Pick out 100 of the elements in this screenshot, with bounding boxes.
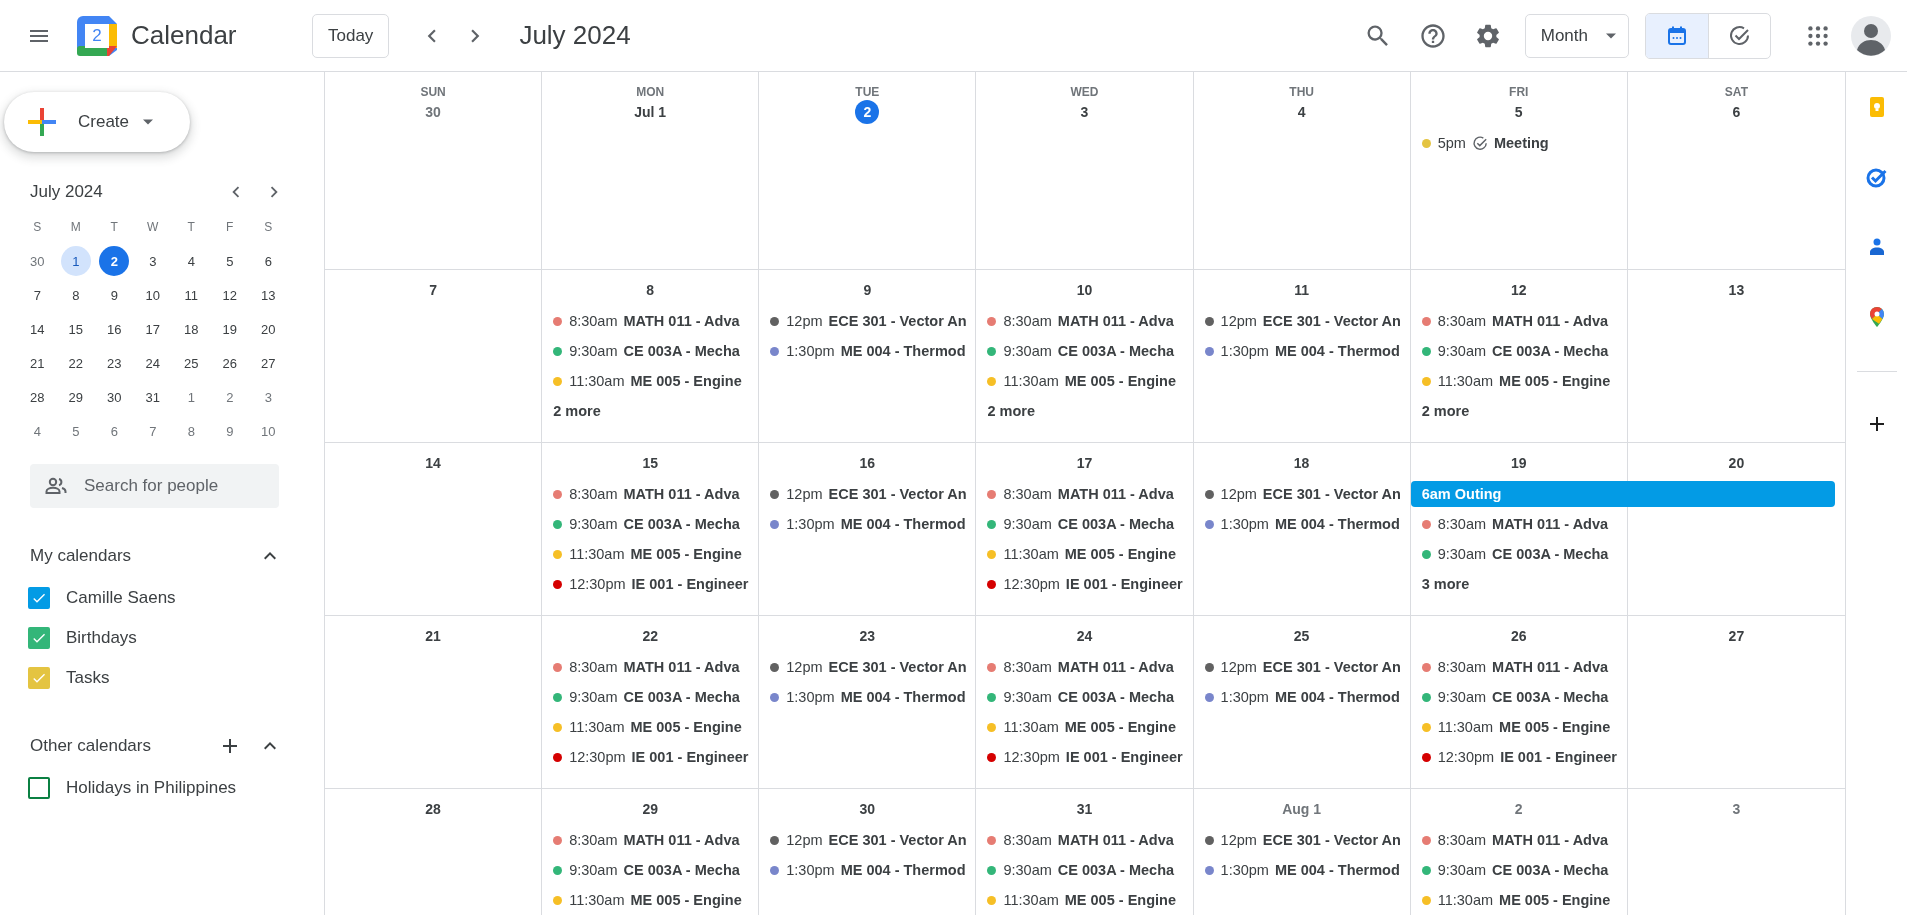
event-title[interactable]: IE 001 - Engineer <box>631 576 749 592</box>
event-title[interactable]: MATH 011 - Adva <box>623 832 740 848</box>
mini-calendar-day[interactable]: 4 <box>176 246 207 276</box>
event-time[interactable]: 9:30am <box>1437 343 1487 359</box>
event-time[interactable]: 11:30am <box>1003 373 1059 389</box>
event-time[interactable]: 8:30am <box>569 832 618 848</box>
day-number[interactable]: 19 <box>1506 451 1531 475</box>
event-time[interactable]: 9:30am <box>1437 546 1487 562</box>
day-number[interactable]: 2 <box>855 100 880 124</box>
day-number[interactable]: 26 <box>1506 624 1531 648</box>
event-title[interactable]: MATH 011 - Adva <box>1057 313 1174 329</box>
mini-calendar-day[interactable]: 19 <box>214 314 245 344</box>
event-title[interactable]: MATH 011 - Adva <box>1057 486 1174 502</box>
event-title[interactable]: MATH 011 - Adva <box>1492 659 1609 675</box>
mini-calendar-day[interactable]: 4 <box>22 416 53 446</box>
avatar[interactable] <box>1851 15 1891 56</box>
event-time[interactable]: 5pm <box>1437 135 1466 151</box>
event-time[interactable]: 8:30am <box>569 313 618 329</box>
mini-calendar-day[interactable]: 2 <box>214 382 245 412</box>
day-number[interactable]: 17 <box>1072 451 1097 475</box>
day-number[interactable]: 18 <box>1289 451 1314 475</box>
event-time[interactable]: 12pm <box>786 832 823 848</box>
mini-calendar-day[interactable]: 9 <box>214 416 245 446</box>
day-number[interactable]: 9 <box>855 278 880 302</box>
mini-calendar-day[interactable]: 6 <box>253 246 284 276</box>
event-title[interactable]: MATH 011 - Adva <box>1057 659 1174 675</box>
mini-calendar-day[interactable]: 27 <box>253 348 284 378</box>
event-title[interactable]: MATH 011 - Adva <box>1492 516 1609 532</box>
event-time[interactable]: 12:30pm <box>569 749 626 765</box>
event-time[interactable]: 8:30am <box>1437 659 1487 675</box>
day-number[interactable]: 11 <box>1289 278 1314 302</box>
mini-calendar-day[interactable]: 5 <box>214 246 245 276</box>
event-time[interactable]: 8:30am <box>1003 659 1052 675</box>
event-time[interactable]: 12:30pm <box>1437 749 1495 765</box>
event-title[interactable]: ME 005 - Engine <box>630 373 742 389</box>
mini-calendar-day[interactable]: 18 <box>176 314 207 344</box>
view-dropdown[interactable]: Month <box>1524 13 1629 58</box>
mini-calendar-day[interactable]: 10 <box>137 280 168 310</box>
mini-calendar-day[interactable]: 26 <box>214 348 245 378</box>
day-number[interactable]: 4 <box>1289 100 1314 124</box>
day-number[interactable]: 14 <box>421 451 446 475</box>
event-time[interactable]: 12:30pm <box>1003 749 1060 765</box>
event-title[interactable]: ME 005 - Engine <box>630 546 742 562</box>
event-time[interactable]: 12pm <box>786 313 823 329</box>
mini-calendar-day[interactable]: 13 <box>253 280 284 310</box>
event-title[interactable]: IE 001 - Engineer <box>1500 749 1617 765</box>
event-title[interactable]: ME 005 - Engine <box>1064 546 1176 562</box>
mini-calendar-day[interactable]: 9 <box>99 280 130 310</box>
event-time[interactable]: 1:30pm <box>786 516 835 532</box>
calendar-view-button[interactable] <box>1646 13 1708 58</box>
mini-calendar-day[interactable]: 23 <box>99 348 130 378</box>
event-time[interactable]: 1:30pm <box>1220 343 1269 359</box>
event-time[interactable]: 9:30am <box>1003 343 1052 359</box>
mini-calendar-day[interactable]: 10 <box>253 416 284 446</box>
mini-calendar-day[interactable]: 7 <box>137 416 168 446</box>
event-time[interactable]: 12pm <box>1220 832 1257 848</box>
event-time[interactable]: 1:30pm <box>786 343 835 359</box>
mini-calendar-day[interactable]: 3 <box>253 382 284 412</box>
event-title[interactable]: ME 004 - Thermod <box>840 516 966 532</box>
event-time[interactable]: 8:30am <box>1003 486 1052 502</box>
event-title[interactable]: MATH 011 - Adva <box>1057 832 1174 848</box>
event-title[interactable]: IE 001 - Engineer <box>631 749 749 765</box>
more-link[interactable]: 3 more <box>1421 571 1470 597</box>
checkbox[interactable] <box>28 667 50 689</box>
help-icon[interactable] <box>1418 21 1447 50</box>
event-title[interactable]: ME 004 - Thermod <box>840 689 966 705</box>
day-number[interactable]: 15 <box>638 451 663 475</box>
mini-calendar-day[interactable]: 1 <box>176 382 207 412</box>
event-time[interactable]: 8:30am <box>1003 832 1052 848</box>
day-number[interactable]: 27 <box>1724 624 1749 648</box>
event-time[interactable]: 12pm <box>1220 313 1257 329</box>
event-time[interactable]: 1:30pm <box>786 689 835 705</box>
search-field[interactable]: Search for people <box>30 464 279 508</box>
day-number[interactable]: 7 <box>421 278 446 302</box>
mini-calendar-day[interactable]: 31 <box>137 382 168 412</box>
event-title[interactable]: ECE 301 - Vector An <box>828 832 967 848</box>
day-number[interactable]: 30 <box>421 100 446 124</box>
mini-calendar-day[interactable]: 5 <box>60 416 91 446</box>
event-time[interactable]: 11:30am <box>1003 546 1059 562</box>
mini-calendar-day[interactable]: 21 <box>22 348 53 378</box>
event-title[interactable]: IE 001 - Engineer <box>1065 749 1183 765</box>
event-title[interactable]: MATH 011 - Adva <box>623 659 740 675</box>
event-time[interactable]: 11:30am <box>1437 373 1494 389</box>
event-time[interactable]: 9:30am <box>569 689 618 705</box>
mini-calendar-day[interactable]: 20 <box>253 314 284 344</box>
event-title[interactable]: ME 005 - Engine <box>1499 373 1611 389</box>
mini-calendar-day[interactable]: 17 <box>137 314 168 344</box>
event-title[interactable]: CE 003A - Mecha <box>623 862 740 878</box>
day-number[interactable]: 10 <box>1072 278 1097 302</box>
event-title[interactable]: ME 005 - Engine <box>1064 719 1176 735</box>
day-number[interactable]: Jul 1 <box>630 100 671 124</box>
event-title[interactable]: MATH 011 - Adva <box>623 486 740 502</box>
event-time[interactable]: 11:30am <box>1437 719 1494 735</box>
event-time[interactable]: 12pm <box>786 659 823 675</box>
day-number[interactable]: 20 <box>1724 451 1749 475</box>
event-time[interactable]: 12:30pm <box>1003 576 1060 592</box>
event-time[interactable]: 12pm <box>1220 486 1257 502</box>
event-title[interactable]: ECE 301 - Vector An <box>828 313 967 329</box>
event-title[interactable]: ME 004 - Thermod <box>1274 343 1400 359</box>
event-title[interactable]: CE 003A - Mecha <box>1057 343 1175 359</box>
